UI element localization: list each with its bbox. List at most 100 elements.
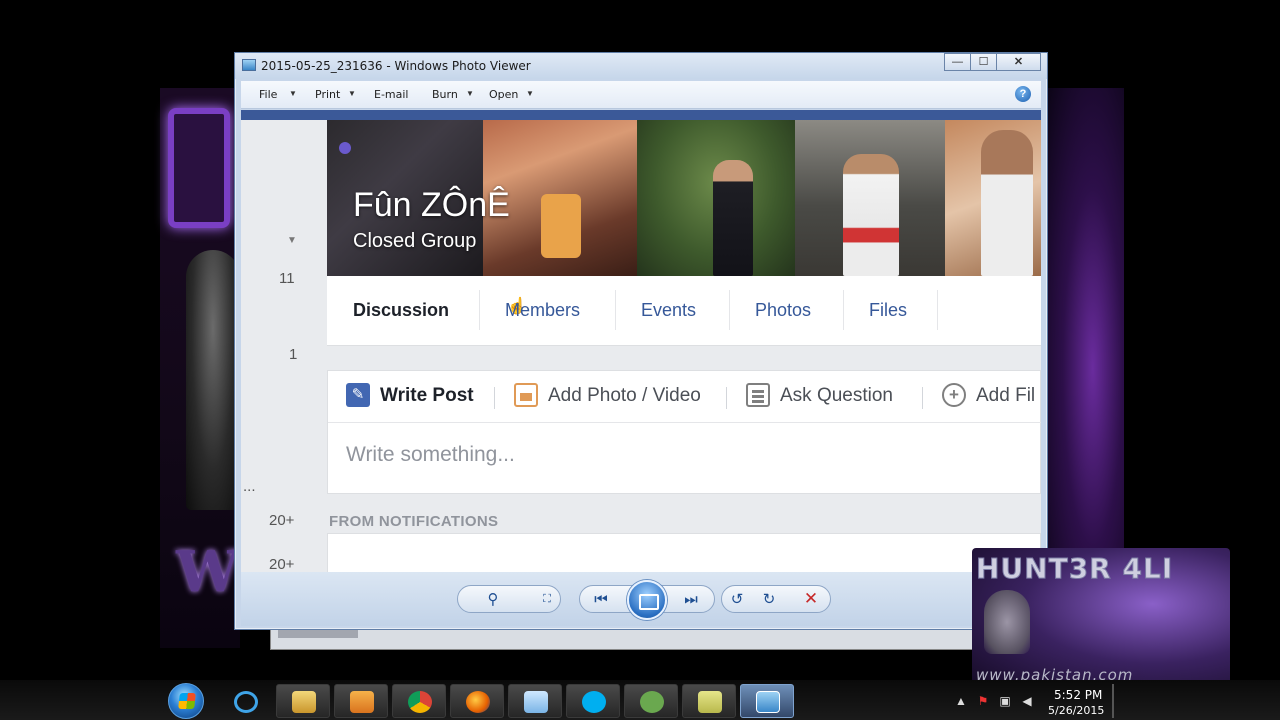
rotate-clockwise-icon[interactable]: ↻ xyxy=(759,589,779,609)
post-input[interactable]: Write something... xyxy=(346,443,515,467)
tab-divider xyxy=(615,290,616,330)
chevron-down-icon[interactable]: ▼ xyxy=(289,89,297,98)
menu-file[interactable]: File xyxy=(259,88,277,101)
action-center-icon[interactable]: ⚑ xyxy=(976,694,990,708)
taskbar-firefox[interactable] xyxy=(450,684,504,718)
window-title: 2015-05-25_231636 - Windows Photo Viewer xyxy=(261,59,531,73)
start-button[interactable] xyxy=(168,683,204,719)
wallpaper-glyph xyxy=(168,108,230,228)
taskbar-media-player[interactable] xyxy=(334,684,388,718)
group-name[interactable]: Fûn ZÔnÊ xyxy=(353,186,510,225)
sidebar-count: 20+ xyxy=(269,556,295,572)
previous-icon[interactable]: ⏮ xyxy=(591,589,611,609)
taskbar-windows-explorer[interactable] xyxy=(276,684,330,718)
taskbar-utorrent[interactable] xyxy=(624,684,678,718)
taskbar-skype[interactable] xyxy=(566,684,620,718)
zoom-icon[interactable]: ⚲ xyxy=(483,589,503,609)
chevron-down-icon[interactable]: ▼ xyxy=(348,89,356,98)
add-photo-video-button[interactable]: Add Photo / Video xyxy=(548,385,701,407)
sidebar-count: 1 xyxy=(289,346,298,363)
next-icon[interactable]: ⏭ xyxy=(681,589,701,609)
composer-divider xyxy=(494,387,495,409)
taskbar-sticky-notes[interactable] xyxy=(682,684,736,718)
composer-divider xyxy=(726,387,727,409)
group-tabs: Discussion ☝ Members Events Photos Files xyxy=(327,276,1041,346)
show-hidden-icons-icon[interactable]: ▲ xyxy=(954,694,968,708)
clock-time[interactable]: 5:52 PM xyxy=(1054,688,1102,702)
delete-icon[interactable]: ✕ xyxy=(801,589,821,609)
notifications-heading: FROM NOTIFICATIONS xyxy=(329,513,499,530)
taskbar-notepad[interactable] xyxy=(508,684,562,718)
sticky-notes-icon xyxy=(698,691,722,713)
window-controls: — ☐ ✕ xyxy=(944,53,1041,71)
menu-bar: File ▼ Print ▼ E-mail Burn ▼ Open ▼ ? xyxy=(241,81,1041,109)
pencil-icon[interactable]: ✎ xyxy=(346,383,370,407)
menu-email[interactable]: E-mail xyxy=(374,88,409,101)
ask-question-button[interactable]: Ask Question xyxy=(780,385,893,407)
menu-open[interactable]: Open xyxy=(489,88,518,101)
volume-icon[interactable]: ◀ xyxy=(1020,694,1034,708)
tab-files[interactable]: Files xyxy=(869,300,907,321)
cover-photo-tile xyxy=(795,120,945,276)
taskbar-internet-explorer[interactable] xyxy=(218,684,272,718)
minimize-button[interactable]: — xyxy=(944,53,971,71)
photo-viewer-window: 2015-05-25_231636 - Windows Photo Viewer… xyxy=(234,52,1048,630)
chevron-down-icon: ▼ xyxy=(287,235,297,246)
notepad-icon xyxy=(524,691,548,713)
network-icon[interactable]: ▣ xyxy=(998,694,1012,708)
tab-photos[interactable]: Photos xyxy=(755,300,811,321)
chevron-down-icon[interactable]: ▼ xyxy=(526,89,534,98)
tab-divider xyxy=(843,290,844,330)
wallpaper-figure xyxy=(186,250,240,510)
taskbar-photo-viewer[interactable] xyxy=(740,684,794,718)
tab-members[interactable]: Members xyxy=(505,300,580,321)
cover-photo-tile xyxy=(945,120,1041,276)
taskbar-chrome[interactable] xyxy=(392,684,446,718)
internet-explorer-icon xyxy=(234,691,258,713)
composer-divider xyxy=(922,387,923,409)
utorrent-icon xyxy=(640,691,664,713)
show-desktop-button[interactable] xyxy=(1112,684,1114,718)
maximize-button[interactable]: ☐ xyxy=(970,53,997,71)
add-file-icon[interactable]: + xyxy=(942,383,966,407)
actual-size-icon[interactable]: ⛶ xyxy=(537,589,557,609)
write-post-button[interactable]: Write Post xyxy=(380,385,474,407)
title-bar[interactable]: 2015-05-25_231636 - Windows Photo Viewer… xyxy=(235,53,1047,79)
notification-card[interactable] xyxy=(327,533,1041,572)
composer-actions: ✎ Write Post Add Photo / Video Ask Quest… xyxy=(328,371,1041,423)
tab-events[interactable]: Events xyxy=(641,300,696,321)
viewer-control-bar: ⚲ ⛶ ⏮ ⏭ ↺ ↻ ✕ xyxy=(241,572,1041,626)
photo-viewer-icon xyxy=(756,691,780,713)
photo-viewer-app-icon xyxy=(242,59,256,71)
facebook-header-strip xyxy=(241,110,1041,120)
folder-icon xyxy=(292,691,316,713)
photo-viewport: ▼ 11 1 ... 20+ 20+ Fûn ZÔnÊ Closed Group… xyxy=(241,120,1041,572)
slideshow-button[interactable] xyxy=(627,580,667,620)
help-icon[interactable]: ? xyxy=(1015,86,1031,102)
chevron-down-icon[interactable]: ▼ xyxy=(466,89,474,98)
tab-discussion[interactable]: Discussion xyxy=(353,300,449,321)
sidebar-count: 11 xyxy=(279,270,295,287)
tab-divider xyxy=(479,290,480,330)
cover-photo-tile xyxy=(637,120,795,276)
tab-divider xyxy=(937,290,938,330)
question-list-icon[interactable] xyxy=(746,383,770,407)
desktop: W 2015-05-25_231636 - Windows Photo View… xyxy=(0,0,1280,720)
menu-burn[interactable]: Burn xyxy=(432,88,458,101)
firefox-icon xyxy=(466,691,490,713)
menu-print[interactable]: Print xyxy=(315,88,340,101)
sidebar-count: 20+ xyxy=(269,512,295,529)
sidebar-count: ... xyxy=(243,478,256,495)
clock-date[interactable]: 5/26/2015 xyxy=(1048,704,1104,717)
chrome-icon xyxy=(408,691,432,713)
close-button[interactable]: ✕ xyxy=(996,53,1041,71)
group-privacy: Closed Group xyxy=(353,230,477,252)
rotate-counterclockwise-icon[interactable]: ↺ xyxy=(727,589,747,609)
post-composer: ✎ Write Post Add Photo / Video Ask Quest… xyxy=(327,370,1041,494)
photo-icon[interactable] xyxy=(514,383,538,407)
add-file-button[interactable]: Add Fil xyxy=(976,385,1035,407)
tab-divider xyxy=(729,290,730,330)
media-player-icon xyxy=(350,691,374,713)
skype-icon xyxy=(582,691,606,713)
left-sidebar: ▼ 11 1 ... 20+ 20+ xyxy=(241,120,327,572)
